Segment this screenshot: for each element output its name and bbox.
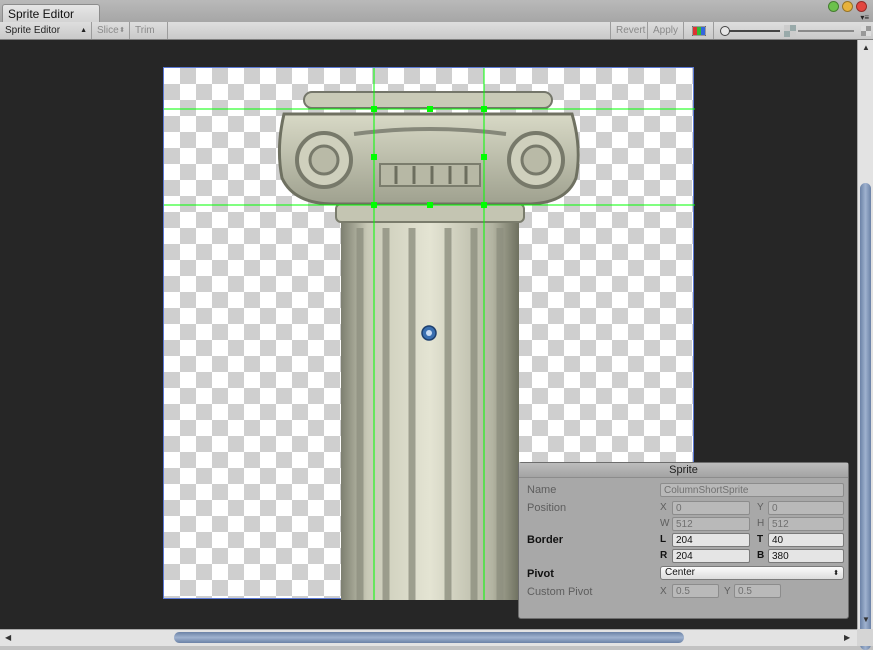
pivot-label: Pivot [527,568,554,580]
h-label: H [757,518,765,529]
rgb-channel-toggle-icon [692,26,706,36]
x-label: X [660,502,667,513]
vertical-scrollbar[interactable]: ▲ ▼ [857,40,873,650]
apply-label: Apply [653,25,679,36]
rgb-channel-toggle[interactable] [684,22,714,39]
y-field[interactable]: 0 [768,501,844,515]
mode-dropdown[interactable]: Sprite Editor ▲ [0,22,92,39]
scroll-corner [857,629,873,646]
h-field[interactable]: 512 [768,517,844,531]
apply-button[interactable]: Apply [648,22,684,39]
t-label: T [757,534,764,545]
scroll-right-icon[interactable]: ▶ [844,633,850,642]
window-controls [828,1,867,12]
border-l-field[interactable]: 204 [672,533,750,547]
updown-arrow-icon: ⬍ [833,570,839,577]
zoom-window-icon[interactable] [828,1,839,12]
border-label: Border [527,534,564,546]
border-t-field[interactable]: 40 [768,533,844,547]
toolbar: Sprite Editor ▲ Slice ⬍ Trim Revert Appl… [0,22,873,40]
b-label: B [757,550,765,561]
name-field[interactable]: ColumnShortSprite [660,483,844,497]
w-label: W [660,518,670,529]
custom-pivot-x-label: X [660,586,667,597]
x-field[interactable]: 0 [672,501,750,515]
panel-title: Sprite [519,463,848,478]
alpha-toggle-icon[interactable] [784,25,796,37]
pivot-dropdown-value: Center [665,567,696,578]
border-r-field[interactable]: 204 [672,549,750,563]
panel-menu-icon[interactable]: ▾≡ [860,13,869,22]
pivot-handle-icon [421,325,437,341]
slice-label: Slice [97,25,119,36]
sprite-canvas[interactable]: Sprite Name ColumnShortSprite Position X… [0,40,857,629]
vertical-scroll-thumb[interactable] [860,183,871,650]
horizontal-scroll-thumb[interactable] [174,632,684,643]
r-label: R [660,550,668,561]
editor-tab[interactable]: Sprite Editor [2,4,100,23]
updown-arrow-icon: ⬍ [119,27,125,34]
close-window-icon[interactable] [856,1,867,12]
l-label: L [660,534,667,545]
pivot-dropdown[interactable]: Center ⬍ [660,566,844,580]
horizontal-scrollbar[interactable]: ◀ ▶ [0,629,857,646]
custom-pivot-y-label: Y [724,586,731,597]
y-label: Y [757,502,764,513]
minimize-window-icon[interactable] [842,1,853,12]
updown-arrow-icon: ▲ [80,27,87,34]
custom-pivot-x-field[interactable]: 0.5 [672,584,719,598]
slice-dropdown[interactable]: Slice ⬍ [92,22,130,39]
scroll-left-icon[interactable]: ◀ [5,633,11,642]
zoom-slider[interactable] [718,22,788,39]
revert-label: Revert [616,25,646,36]
position-label: Position [527,502,567,514]
scroll-down-icon[interactable]: ▼ [862,615,870,624]
scroll-up-icon[interactable]: ▲ [862,43,870,52]
custom-pivot-y-field[interactable]: 0.5 [734,584,781,598]
mode-dropdown-label: Sprite Editor [5,25,61,36]
border-b-field[interactable]: 380 [768,549,844,563]
revert-button[interactable]: Revert [610,22,648,39]
name-label: Name [527,484,557,496]
custom-pivot-label: Custom Pivot [527,586,593,598]
w-field[interactable]: 512 [672,517,750,531]
trim-label: Trim [135,25,155,36]
mipmap-icon[interactable] [861,26,871,36]
trim-button[interactable]: Trim [130,22,168,39]
mip-slider[interactable] [796,22,858,39]
window-titlebar: Sprite Editor ▾≡ [0,0,873,23]
sprite-inspector-panel: Sprite Name ColumnShortSprite Position X… [518,462,849,619]
